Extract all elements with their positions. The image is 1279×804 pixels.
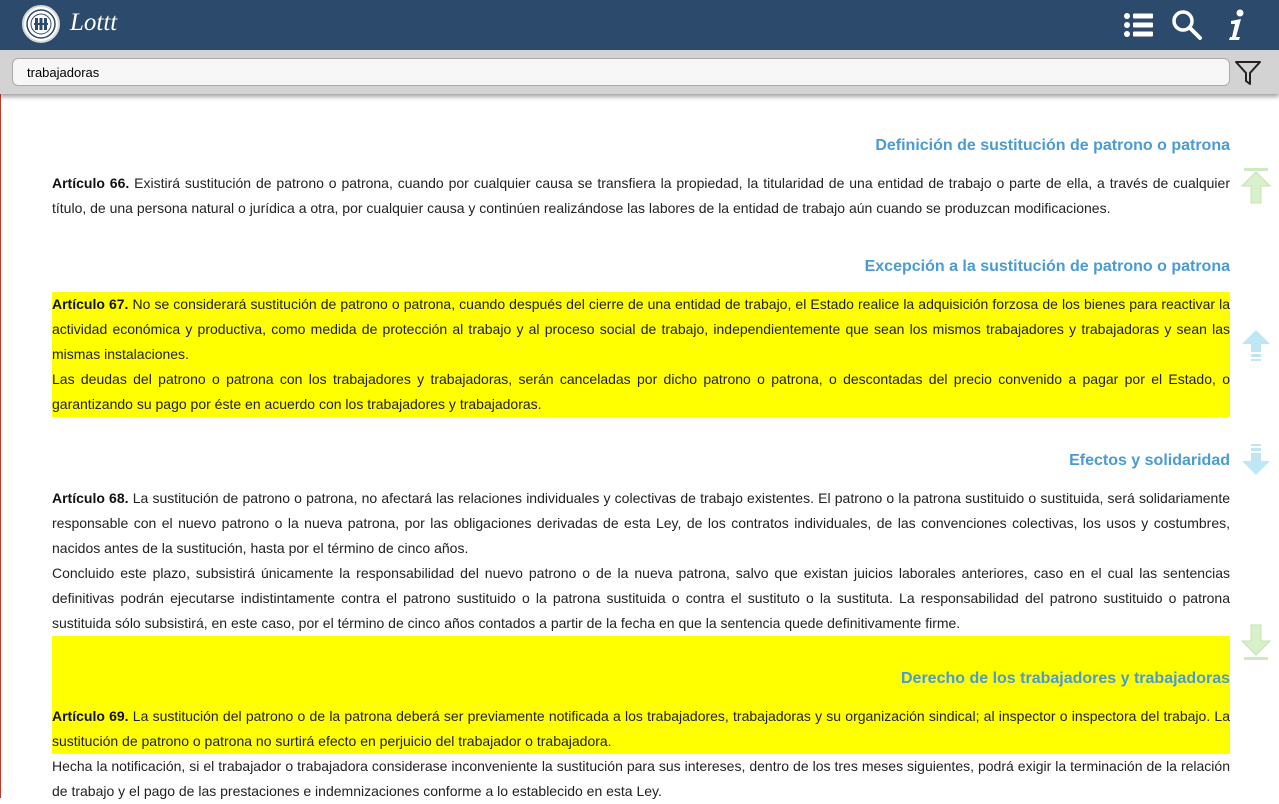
app-header: Lottt	[0, 0, 1279, 50]
article-text: La sustitución del patrono o de la patro…	[52, 708, 1230, 749]
article-text: Hecha la notificación, si el trabajador …	[52, 758, 1230, 799]
search-button[interactable]	[1170, 8, 1204, 42]
list-icon	[1124, 13, 1153, 37]
article-label: Artículo 66.	[52, 175, 130, 191]
search-icon	[1172, 10, 1202, 40]
article-text: La sustitución de patrono o patrona, no …	[52, 490, 1230, 556]
article-66: Definición de sustitución de patrono o p…	[52, 110, 1230, 221]
law-content: Definición de sustitución de patrono o p…	[52, 110, 1230, 804]
search-input[interactable]	[12, 58, 1230, 86]
index-list-button[interactable]	[1121, 8, 1155, 42]
article-body: Artículo 68. La sustitución de patrono o…	[52, 486, 1230, 636]
arrow-down-icon	[1242, 444, 1270, 475]
article-body: Hecha la notificación, si el trabajador …	[52, 754, 1230, 804]
article-heading: Efectos y solidaridad	[1069, 452, 1230, 469]
left-border	[0, 0, 1, 798]
article-body-highlighted: Artículo 69. La sustitución del patrono …	[52, 704, 1230, 754]
arrow-down-to-bottom-icon	[1240, 624, 1272, 660]
article-69: Derecho de los trabajadores y trabajador…	[52, 636, 1230, 804]
article-67: Excepción a la sustitución de patrono o …	[52, 221, 1230, 417]
article-text: Concluido este plazo, subsistirá únicame…	[52, 565, 1230, 631]
article-heading: Excepción a la sustitución de patrono o …	[864, 258, 1230, 275]
article-label: Artículo 67.	[52, 296, 129, 312]
app-logo	[22, 5, 60, 43]
next-result-button[interactable]	[1240, 441, 1272, 477]
article-body-highlighted: Artículo 67. No se considerará sustituci…	[52, 292, 1230, 417]
article-heading: Definición de sustitución de patrono o p…	[875, 137, 1230, 154]
scroll-bottom-button[interactable]	[1240, 624, 1272, 660]
article-body: Artículo 66. Existirá sustitución de pat…	[52, 171, 1230, 221]
filter-icon	[1235, 61, 1261, 85]
article-68: Efectos y solidaridad Artículo 68. La su…	[52, 417, 1230, 636]
info-button[interactable]	[1220, 8, 1254, 42]
previous-result-button[interactable]	[1240, 328, 1272, 364]
scroll-top-button[interactable]	[1240, 168, 1272, 204]
info-icon	[1229, 9, 1244, 40]
article-highlight-block: Derecho de los trabajadores y trabajador…	[52, 636, 1230, 754]
article-heading: Derecho de los trabajadores y trabajador…	[900, 670, 1230, 687]
article-label: Artículo 68.	[52, 490, 129, 506]
filter-button[interactable]	[1233, 58, 1263, 88]
article-text: No se considerará sustitución de patrono…	[52, 296, 1230, 362]
app-title: Lottt	[70, 9, 118, 36]
article-text: Existirá sustitución de patrono o patron…	[52, 175, 1230, 216]
article-text: Las deudas del patrono o patrona con los…	[52, 371, 1230, 412]
arrow-up-to-top-icon	[1240, 168, 1272, 204]
article-label: Artículo 69.	[52, 708, 129, 724]
search-bar	[0, 50, 1279, 94]
arrow-up-icon	[1242, 330, 1270, 361]
